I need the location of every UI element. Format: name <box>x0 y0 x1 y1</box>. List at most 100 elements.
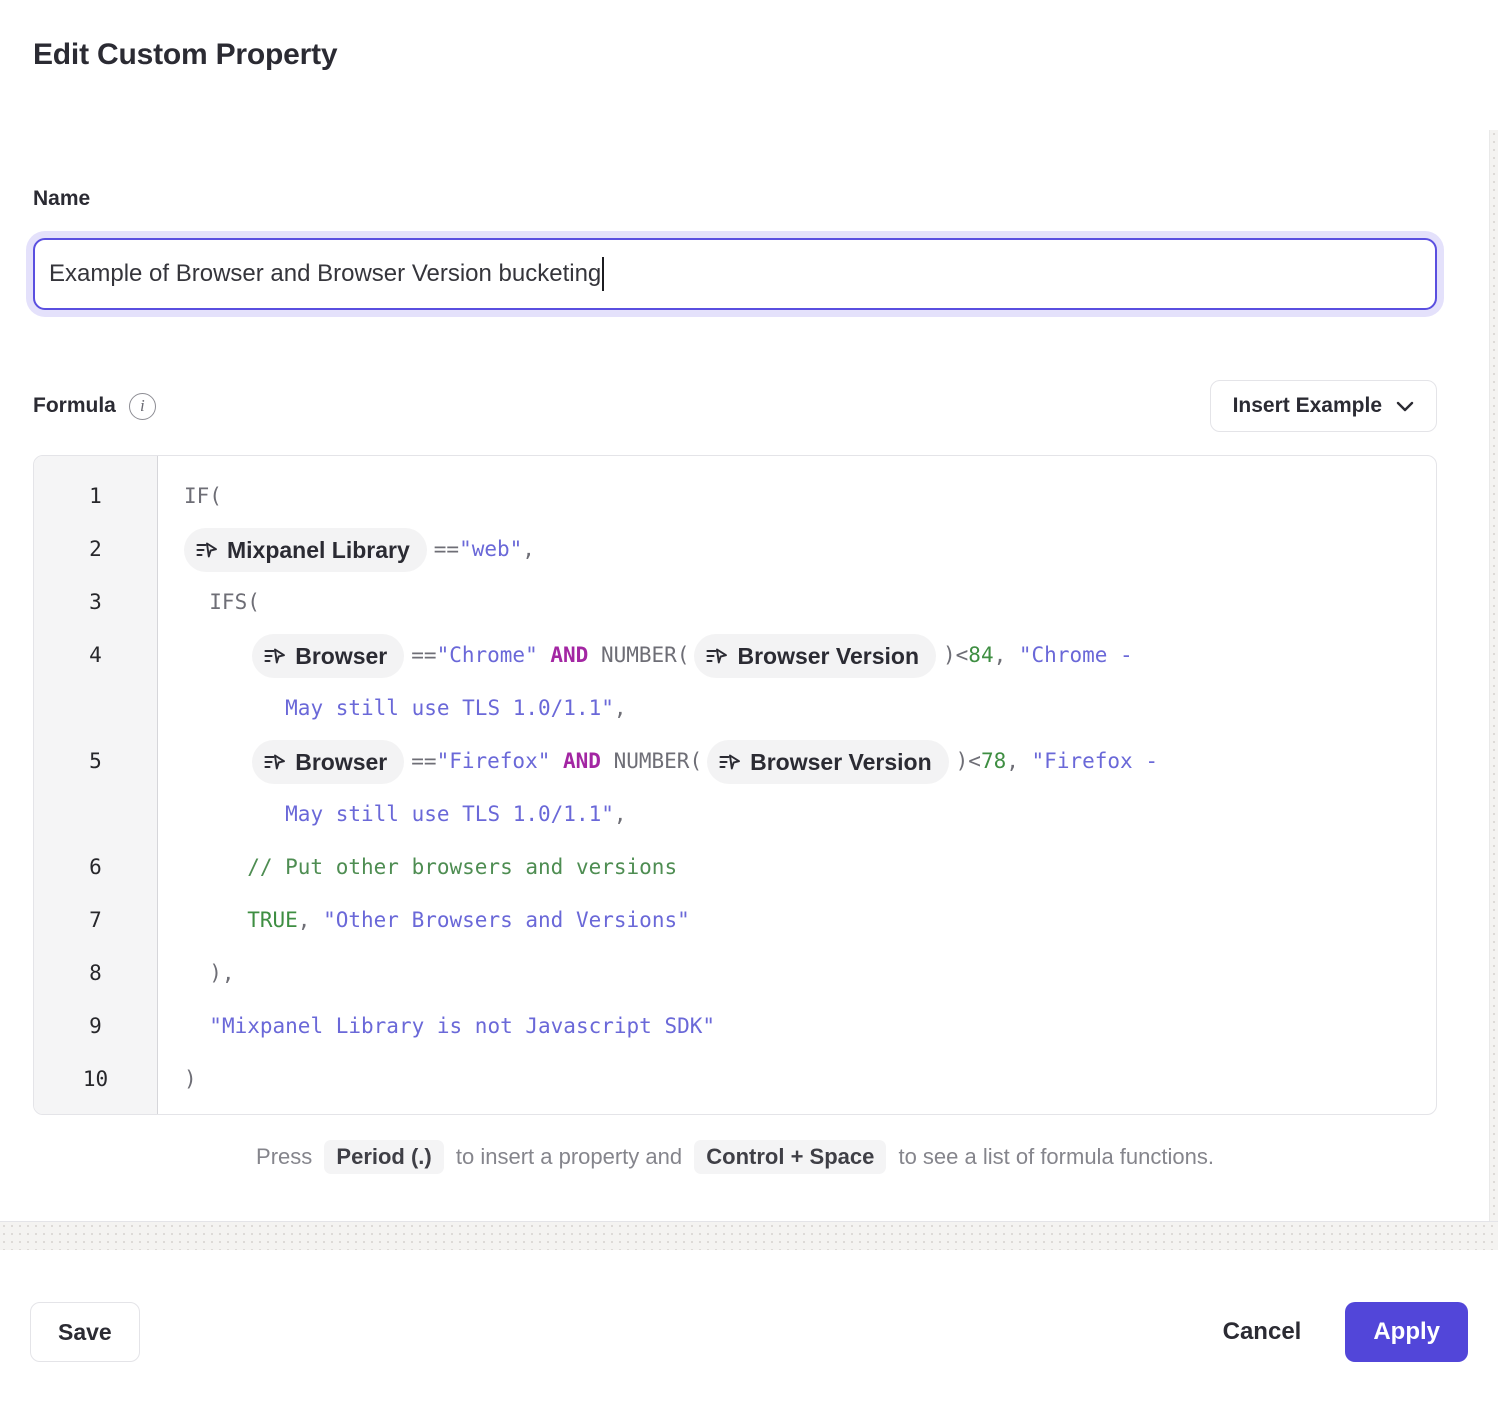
code-token: // Put other browsers and versions <box>247 855 677 879</box>
line-number: 10 <box>34 1053 157 1106</box>
code-token: TRUE <box>247 908 298 932</box>
property-icon <box>264 646 286 666</box>
code-token: 78 <box>981 749 1006 773</box>
code-token: IFS( <box>184 590 260 614</box>
code-token: , <box>614 696 627 720</box>
property-chip[interactable]: Mixpanel Library <box>184 528 427 572</box>
chevron-down-icon <box>1396 401 1414 412</box>
line-number: 3 <box>34 576 157 629</box>
code-token <box>184 908 247 932</box>
code-line: "Mixpanel Library is not Javascript SDK" <box>184 1000 1426 1053</box>
code-line: Browser=="Chrome" AND NUMBER(Browser Ver… <box>184 629 1426 682</box>
code-token: AND <box>563 749 601 773</box>
code-token <box>538 643 551 667</box>
code-token: May still use TLS 1.0/1.1" <box>285 696 614 720</box>
line-number <box>34 788 157 841</box>
dialog-body: Edit Custom Property Name Example of Bro… <box>0 0 1498 1222</box>
line-number <box>34 682 157 735</box>
code-token: , <box>1006 749 1031 773</box>
code-token: == <box>434 537 459 561</box>
code-token <box>184 643 247 667</box>
code-line: IFS( <box>184 576 1426 629</box>
code-token: ), <box>184 961 235 985</box>
control-space-key-badge: Control + Space <box>694 1140 886 1174</box>
info-icon[interactable]: i <box>129 393 156 420</box>
code-token: == <box>411 643 436 667</box>
cancel-button[interactable]: Cancel <box>1223 1318 1302 1346</box>
code-token: , <box>614 802 627 826</box>
property-chip-label: Browser Version <box>750 736 932 789</box>
period-key-badge: Period (.) <box>324 1140 443 1174</box>
code-line: ) <box>184 1053 1426 1106</box>
line-number: 1 <box>34 470 157 523</box>
code-token: May still use TLS 1.0/1.1" <box>285 802 614 826</box>
line-number: 4 <box>34 629 157 682</box>
insert-example-button[interactable]: Insert Example <box>1210 380 1437 432</box>
line-number: 8 <box>34 947 157 1000</box>
code-token <box>184 1014 209 1038</box>
line-numbers: 12345678910 <box>34 456 158 1114</box>
text-caret <box>602 257 604 291</box>
property-chip[interactable]: Browser Version <box>707 740 949 784</box>
code-line: Mixpanel Library =="web", <box>184 523 1426 576</box>
apply-button[interactable]: Apply <box>1345 1302 1468 1362</box>
property-icon <box>264 752 286 772</box>
property-chip-label: Browser <box>295 736 387 789</box>
code-token: "Mixpanel Library is not Javascript SDK" <box>209 1014 715 1038</box>
code-token: "Firefox" <box>437 749 551 773</box>
line-number: 2 <box>34 523 157 576</box>
editor-hint: Press Period (.) to insert a property an… <box>33 1140 1437 1174</box>
code-line: IF( <box>184 470 1426 523</box>
code-token: )< <box>956 749 981 773</box>
line-number: 6 <box>34 841 157 894</box>
code-line: TRUE, "Other Browsers and Versions" <box>184 894 1426 947</box>
code-token: NUMBER( <box>588 643 689 667</box>
code-token: "web" <box>459 537 522 561</box>
formula-label: Formula <box>33 394 116 418</box>
code-line: Browser=="Firefox" AND NUMBER(Browser Ve… <box>184 735 1426 788</box>
code-token: "Firefox - <box>1032 749 1158 773</box>
code-token <box>184 802 285 826</box>
line-number: 9 <box>34 1000 157 1053</box>
code-line: May still use TLS 1.0/1.1", <box>184 682 1426 735</box>
insert-example-label: Insert Example <box>1233 394 1382 418</box>
dialog-footer: Save Cancel Apply <box>0 1250 1498 1402</box>
panel-divider-band <box>0 1222 1498 1250</box>
code-token: , <box>994 643 1019 667</box>
code-token: NUMBER( <box>601 749 702 773</box>
code-token: , <box>522 537 535 561</box>
property-chip[interactable]: Browser <box>252 740 404 784</box>
code-rows[interactable]: IF(Mixpanel Library=="web", IFS( Browser… <box>158 456 1436 1114</box>
code-line: ), <box>184 947 1426 1000</box>
code-token <box>184 749 247 773</box>
code-token: "Chrome" <box>437 643 538 667</box>
hint-pre: Press <box>256 1144 312 1169</box>
code-token: "Chrome - <box>1019 643 1133 667</box>
canvas-edge-strip <box>1489 130 1498 1222</box>
code-token <box>550 749 563 773</box>
line-number: 5 <box>34 735 157 788</box>
hint-mid: to insert a property and <box>456 1144 682 1169</box>
code-line: May still use TLS 1.0/1.1", <box>184 788 1426 841</box>
property-chip-label: Browser Version <box>737 630 919 683</box>
property-icon <box>196 540 218 560</box>
name-input[interactable]: Example of Browser and Browser Version b… <box>33 238 1437 310</box>
code-token <box>184 855 247 879</box>
property-chip[interactable]: Browser <box>252 634 404 678</box>
code-token: ) <box>184 1067 197 1091</box>
property-icon <box>719 752 741 772</box>
formula-editor[interactable]: 12345678910 IF(Mixpanel Library=="web", … <box>33 455 1437 1115</box>
code-token: AND <box>550 643 588 667</box>
code-token <box>184 696 285 720</box>
property-chip-label: Mixpanel Library <box>227 524 410 577</box>
code-token: , <box>298 908 323 932</box>
property-icon <box>706 646 728 666</box>
dialog-title: Edit Custom Property <box>33 36 1437 74</box>
hint-post: to see a list of formula functions. <box>898 1144 1214 1169</box>
code-token: 84 <box>968 643 993 667</box>
name-input-value: Example of Browser and Browser Version b… <box>49 260 601 288</box>
property-chip[interactable]: Browser Version <box>694 634 936 678</box>
code-token: == <box>411 749 436 773</box>
save-button[interactable]: Save <box>30 1302 140 1362</box>
code-token: )< <box>943 643 968 667</box>
